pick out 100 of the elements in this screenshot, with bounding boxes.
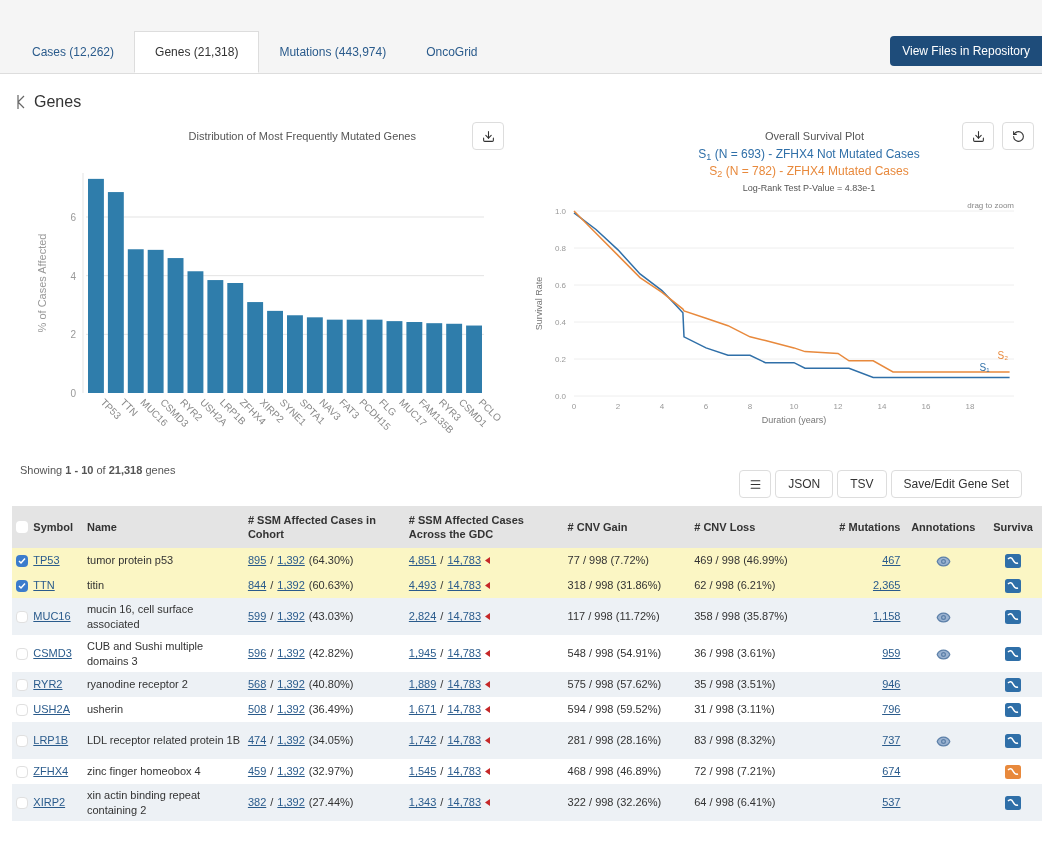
count-link[interactable]: 1,392 (277, 647, 305, 660)
count-link[interactable]: 737 (882, 734, 901, 747)
table-row[interactable]: XIRP2 xin actin binding repeat containing 2 382 / 1,392 (27.44%) 1,343 / 14,783 322 / 998 (32.26%) 64 / 998 (6.41%) 537 (12, 784, 1042, 821)
count-link[interactable]: 508 (247, 703, 267, 716)
count-link[interactable]: 959 (882, 647, 901, 660)
table-row[interactable]: TTN titin 844 / 1,392 (60.63%) 4,493 / 14,783 318 / 998 (31.86%) 62 / 998 (6.21%) 2,365 (12, 573, 1042, 598)
column-header[interactable]: Name (84, 506, 246, 548)
column-header[interactable]: Annotations (902, 506, 984, 548)
repository-button[interactable]: View Files in Repository (890, 36, 1042, 66)
count-link[interactable]: 467 (882, 554, 901, 567)
table-button[interactable]: Save/Edit Gene Set (890, 470, 1022, 498)
table-cell: 281 / 998 (28.16%) (565, 722, 693, 759)
count-link[interactable]: 599 (247, 610, 267, 623)
count-link[interactable]: 1,671 (408, 701, 437, 718)
table-cell: 318 / 998 (31.86%) (565, 573, 693, 598)
axis-label: 0.6 (554, 280, 566, 290)
table-button[interactable]: JSON (775, 470, 834, 498)
p-value: Log-Rank Test P-Value = 4.83e-1 (742, 182, 876, 195)
count-link[interactable]: 14,783 (447, 645, 482, 662)
separator-text: / (269, 678, 275, 691)
table-row[interactable]: CSMD3 CUB and Sushi multiple domains 3 596 / 1,392 (42.82%) 1,945 / 14,783 548 / 998 (54.91%) 36 / 998 (3.61%) 959 (12, 635, 1042, 672)
table-cell: zinc finger homeobox 4 (84, 759, 246, 784)
count-link[interactable]: 1,392 (277, 796, 305, 809)
separator-text: / (440, 609, 444, 625)
count-link[interactable]: 1,742 (408, 732, 437, 749)
count-link[interactable]: 4,493 (408, 577, 437, 594)
count-link[interactable]: 537 (882, 796, 901, 809)
count-link[interactable]: 596 (247, 647, 267, 660)
count-link[interactable]: 796 (882, 703, 901, 716)
table-cell: 62 / 998 (6.21%) (692, 573, 824, 598)
separator-text: / (269, 796, 275, 809)
gene-link[interactable]: USH2A (33, 703, 70, 716)
count-link[interactable]: 1,945 (408, 645, 437, 662)
column-header[interactable]: # CNV Loss (692, 506, 824, 548)
table-cell: 594 / 998 (59.52%) (565, 697, 693, 722)
tab[interactable]: Mutations (443,974) (259, 31, 407, 73)
column-header[interactable]: # SSM Affected Cases in Cohort (245, 506, 407, 548)
count-link[interactable]: 14,783 (447, 676, 482, 693)
table-cell: 77 / 998 (7.72%) (565, 548, 693, 573)
table-row[interactable]: ZFHX4 zinc finger homeobox 4 459 / 1,392 (32.97%) 1,545 / 14,783 468 / 998 (46.89%) 72 / 998 (7.21%) 674 (12, 759, 1042, 784)
count-link[interactable]: 1,392 (277, 703, 305, 716)
count-link[interactable]: 844 (247, 579, 267, 592)
count-link[interactable]: 2,824 (408, 608, 437, 625)
separator-text: / (440, 733, 444, 749)
gene-link[interactable]: ZFHX4 (33, 765, 69, 778)
table-button[interactable]: TSV (837, 470, 887, 498)
percent-text: (40.80%) (307, 678, 354, 691)
count-link[interactable]: 14,783 (447, 794, 482, 811)
count-link[interactable]: 4,851 (408, 552, 437, 569)
count-link[interactable]: 2,365 (872, 579, 901, 592)
count-link[interactable]: 568 (247, 678, 267, 691)
column-header[interactable]: # Mutations (823, 506, 903, 548)
table-cell: 36 / 998 (3.61%) (692, 635, 824, 672)
table-cell: 31 / 998 (3.11%) (692, 697, 824, 722)
axis-label: 0 (571, 401, 577, 411)
count-link[interactable]: 14,783 (447, 701, 482, 718)
table-cell: LDL receptor related protein 1B (84, 722, 246, 759)
count-link[interactable]: 1,392 (277, 734, 305, 747)
table-row[interactable]: USH2A usherin 508 / 1,392 (36.49%) 1,671 / 14,783 594 / 998 (59.52%) 31 / 998 (3.11%) 796 (12, 697, 1042, 722)
count-link[interactable]: 1,343 (408, 794, 437, 811)
count-link[interactable]: 459 (247, 765, 267, 778)
count-link[interactable]: 474 (247, 734, 267, 747)
count-link[interactable]: 1,392 (277, 765, 305, 778)
count-link[interactable]: 1,392 (277, 579, 305, 592)
column-header[interactable]: # CNV Gain (565, 506, 693, 548)
count-link[interactable]: 674 (882, 765, 901, 778)
tab[interactable]: Genes (21,318) (134, 31, 260, 73)
axis-title: % of Cases Affected (36, 233, 48, 333)
count-link[interactable]: 14,783 (447, 552, 482, 569)
gene-link[interactable]: CSMD3 (33, 647, 72, 660)
count-link[interactable]: 14,783 (447, 732, 482, 749)
table-row[interactable]: MUC16 mucin 16, cell surface associated 599 / 1,392 (43.03%) 2,824 / 14,783 117 / 998 (11.72%) 358 / 998 (35.87%) 1,158 (12, 598, 1042, 635)
count-link[interactable]: 895 (247, 554, 267, 567)
curve-label: S₁ (979, 361, 990, 372)
count-link[interactable]: 14,783 (447, 608, 482, 625)
table-row[interactable]: LRP1B LDL receptor related protein 1B 474 / 1,392 (34.05%) 1,742 / 14,783 281 / 998 (28.16%) 83 / 998 (8.32%) 737 (12, 722, 1042, 759)
tab[interactable]: OncoGrid (406, 31, 498, 73)
count-link[interactable]: 1,392 (277, 610, 305, 623)
table-cell: 35 / 998 (3.51%) (692, 672, 824, 697)
table-cell: xin actin binding repeat containing 2 (84, 784, 246, 821)
table-cell: 575 / 998 (57.62%) (565, 672, 693, 697)
count-link[interactable]: 1,158 (872, 610, 901, 623)
table-row[interactable]: TP53 tumor protein p53 895 / 1,392 (64.30%) 4,851 / 14,783 77 / 998 (7.72%) 469 / 998 (46.99%) 467 (12, 548, 1042, 573)
axis-label: 0.4 (554, 317, 566, 327)
count-link[interactable]: 946 (882, 678, 901, 691)
table-cell: 548 / 998 (54.91%) (565, 635, 693, 672)
count-link[interactable]: 1,392 (277, 554, 305, 567)
column-header[interactable]: Symbol (31, 506, 85, 548)
column-header[interactable]: Surviva (984, 506, 1042, 548)
count-link[interactable]: 382 (247, 796, 267, 809)
table-row[interactable]: RYR2 ryanodine receptor 2 568 / 1,392 (40.80%) 1,889 / 14,783 575 / 998 (57.62%) 35 / 998 (3.51%) 946 (12, 672, 1042, 697)
count-link[interactable]: 1,889 (408, 676, 437, 693)
count-link[interactable]: 14,783 (447, 577, 482, 594)
count-link[interactable]: 1,392 (277, 678, 305, 691)
tab[interactable]: Cases (12,262) (12, 31, 135, 73)
column-header[interactable]: # SSM Affected Cases Across the GDC (406, 506, 566, 548)
count-link[interactable]: 1,545 (408, 763, 437, 780)
table-cell: 322 / 998 (32.26%) (565, 784, 693, 821)
separator-text: / (440, 646, 444, 662)
count-link[interactable]: 14,783 (447, 763, 482, 780)
